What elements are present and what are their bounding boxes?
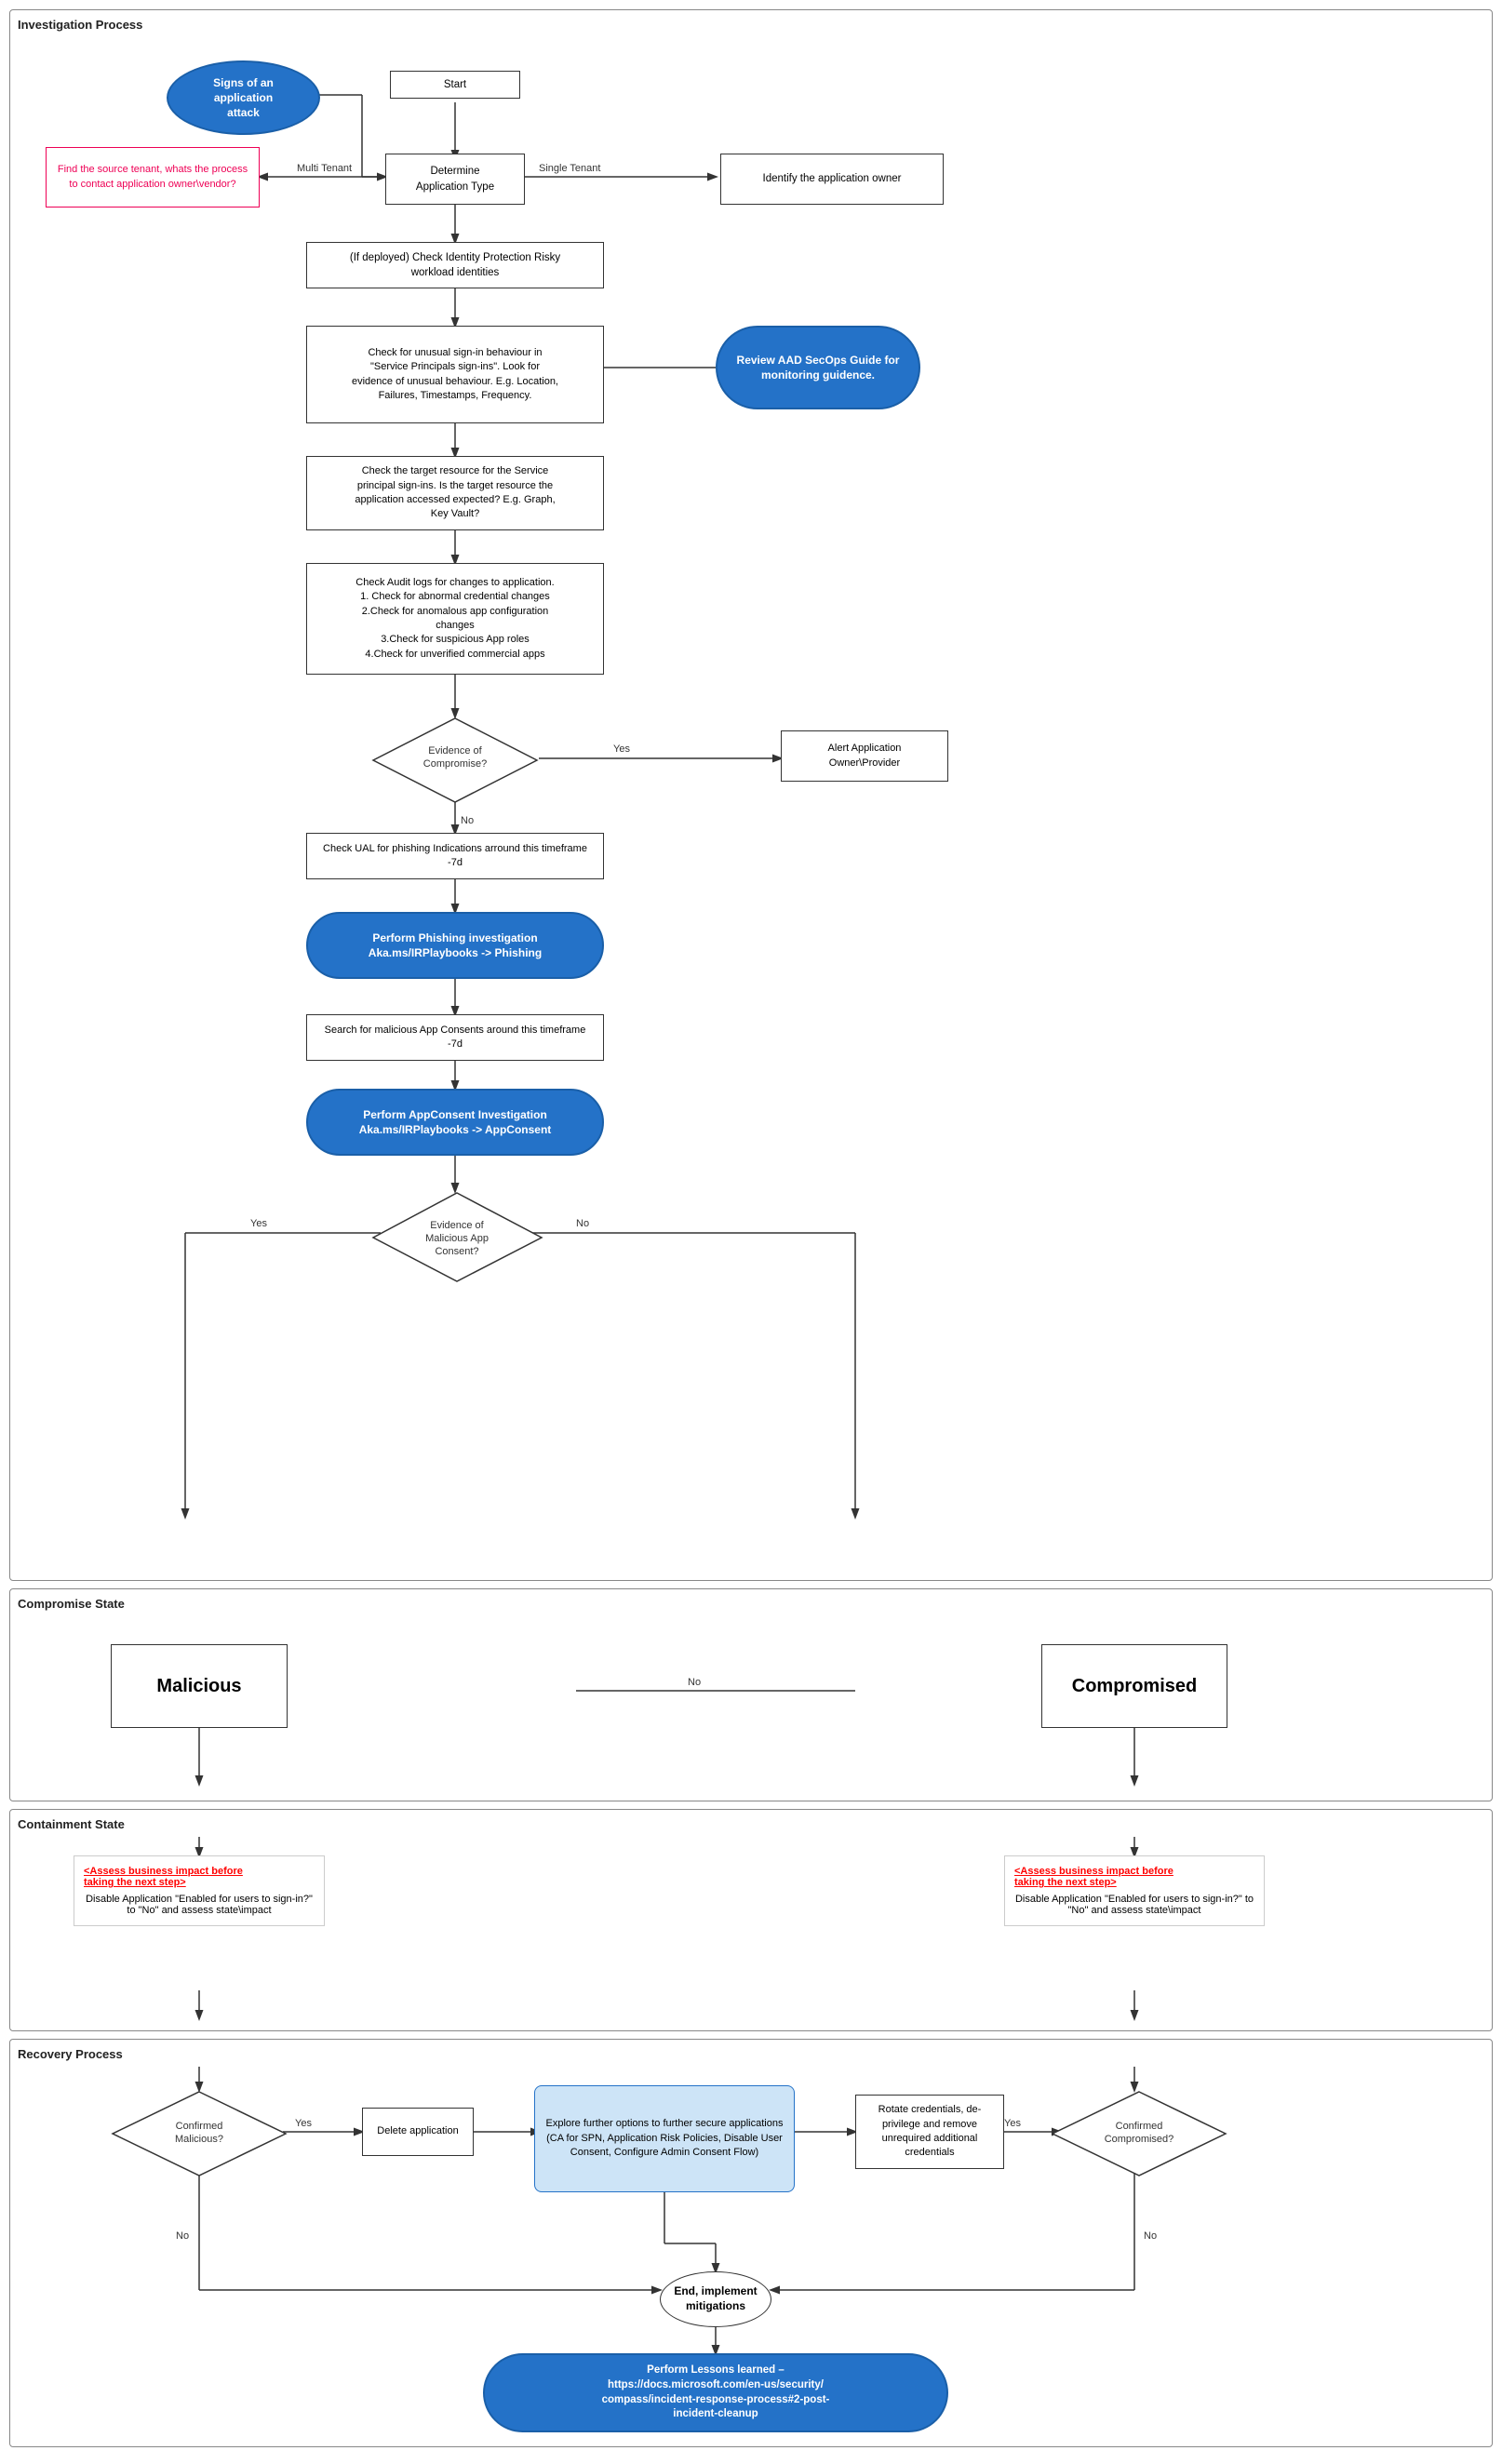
containment-state-flow: <Assess business impact beforetaking the…	[18, 1837, 1484, 2023]
compromise-state-label: Compromise State	[18, 1597, 1484, 1611]
search-app-consents-box: Search for malicious App Consents around…	[306, 1014, 604, 1061]
svg-text:No: No	[176, 2230, 189, 2242]
malicious-box: Malicious	[111, 1644, 288, 1728]
determine-app-type-box: Determine Application Type	[385, 154, 525, 205]
svg-text:Confirmed: Confirmed	[1116, 2121, 1163, 2132]
containment-state-label: Containment State	[18, 1817, 1484, 1831]
svg-text:Multi Tenant: Multi Tenant	[297, 163, 352, 174]
svg-text:Consent?: Consent?	[435, 1246, 478, 1257]
check-identity-protection-box: (If deployed) Check Identity Protection …	[306, 242, 604, 288]
investigation-process-section: Investigation Process Multi Tenant Singl…	[9, 9, 1493, 1581]
svg-text:Yes: Yes	[1004, 2118, 1021, 2129]
svg-text:No: No	[576, 1218, 589, 1229]
recovery-process-label: Recovery Process	[18, 2047, 1484, 2061]
perform-phishing-box: Perform Phishing investigationAka.ms/IRP…	[306, 912, 604, 979]
svg-text:Evidence of: Evidence of	[430, 1220, 484, 1231]
svg-text:Yes: Yes	[295, 2118, 312, 2129]
compromise-state-flow: No Malicious Compromised	[18, 1616, 1484, 1793]
svg-text:Single Tenant: Single Tenant	[539, 163, 600, 174]
compromised-box: Compromised	[1041, 1644, 1227, 1728]
end-circle: End, implement mitigations	[660, 2271, 771, 2327]
recovery-process-section: Recovery Process Yes Yes N	[9, 2039, 1493, 2447]
svg-text:Malicious?: Malicious?	[175, 2134, 223, 2145]
check-audit-logs-box: Check Audit logs for changes to applicat…	[306, 563, 604, 675]
confirmed-malicious-diamond: Confirmed Malicious?	[111, 2090, 288, 2178]
check-ual-phishing-box: Check UAL for phishing Indications arrou…	[306, 833, 604, 879]
confirmed-compromised-diamond: Confirmed Compromised?	[1051, 2090, 1227, 2178]
svg-text:No: No	[1144, 2230, 1157, 2242]
svg-text:Yes: Yes	[250, 1218, 267, 1229]
perform-lessons-box: Perform Lessons learned –https://docs.mi…	[483, 2353, 948, 2432]
compromise-state-section: Compromise State No Malicious Compromise…	[9, 1588, 1493, 1801]
svg-text:Yes: Yes	[613, 743, 630, 755]
find-source-tenant-box: Find the source tenant, whats the proces…	[46, 147, 260, 208]
delete-app-box: Delete application	[362, 2108, 474, 2156]
svg-text:Evidence of: Evidence of	[428, 745, 482, 757]
identify-owner-box: Identify the application owner	[720, 154, 944, 205]
rotate-credentials-box: Rotate credentials, de-privilege and rem…	[855, 2095, 1004, 2169]
svg-text:Compromised?: Compromised?	[1105, 2134, 1174, 2145]
right-containment-box: <Assess business impact beforetaking the…	[1004, 1855, 1265, 1926]
investigation-arrows: Multi Tenant Single Tenant Yes No	[18, 37, 1497, 1573]
containment-state-section: Containment State <Assess business impac…	[9, 1809, 1493, 2031]
svg-text:Malicious App: Malicious App	[425, 1233, 489, 1244]
check-target-resource-box: Check the target resource for the Servic…	[306, 456, 604, 530]
svg-text:Confirmed: Confirmed	[176, 2121, 223, 2132]
left-containment-box: <Assess business impact beforetaking the…	[74, 1855, 325, 1926]
recovery-flow: Yes Yes No No	[18, 2067, 1484, 2439]
svg-text:No: No	[461, 815, 474, 826]
check-signin-behaviour-box: Check for unusual sign-in behaviour in"S…	[306, 326, 604, 423]
start-box: Start	[390, 71, 520, 99]
svg-text:No: No	[688, 1677, 701, 1688]
investigation-process-label: Investigation Process	[18, 18, 1484, 32]
alert-owner-box: Alert ApplicationOwner\Provider	[781, 730, 948, 782]
explore-options-box: Explore further options to further secur…	[534, 2085, 795, 2192]
evidence-compromise-diamond: Evidence of Compromise?	[371, 716, 539, 805]
svg-text:Compromise?: Compromise?	[423, 758, 487, 770]
review-aad-secops-box: Review AAD SecOps Guide formonitoring gu…	[716, 326, 920, 409]
evidence-malicious-diamond: Evidence of Malicious App Consent?	[371, 1191, 543, 1284]
signs-attack-box: Signs of an application attack	[167, 60, 320, 135]
perform-appconsent-box: Perform AppConsent InvestigationAka.ms/I…	[306, 1089, 604, 1156]
investigation-flow: Multi Tenant Single Tenant Yes No	[18, 37, 1484, 1573]
